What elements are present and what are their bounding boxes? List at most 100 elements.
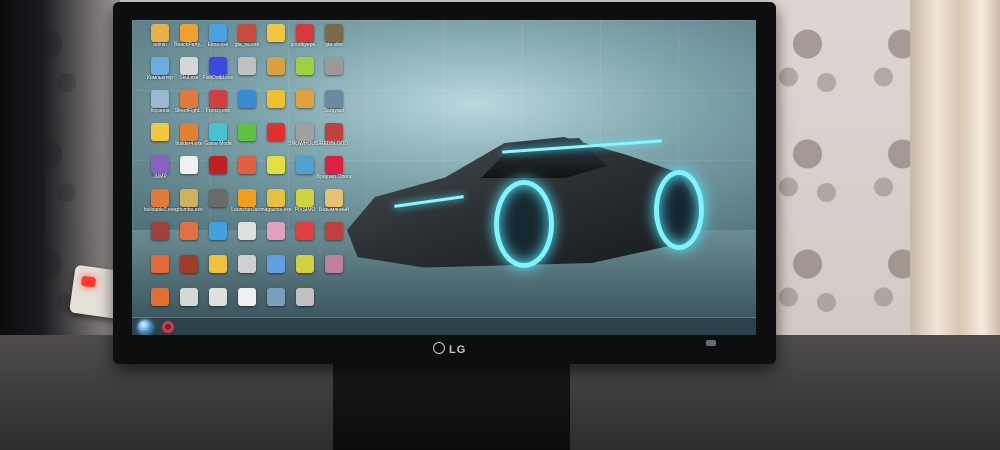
desktop-icon[interactable] xyxy=(262,255,290,289)
desktop-icon[interactable]: SNOWHOUSE xyxy=(288,123,322,157)
desktop-icon[interactable]: Загрузки xyxy=(320,90,348,124)
app-icon xyxy=(180,255,198,273)
desktop-icon[interactable]: JUMP xyxy=(146,156,174,190)
app-icon xyxy=(238,90,256,108)
monitor: admin BeachParty... Elma.exe gta_sa.exe good… xyxy=(113,2,776,364)
power-led xyxy=(80,275,97,288)
desktop-icon[interactable] xyxy=(233,123,261,157)
desktop-icon[interactable]: buildable2.exe xyxy=(144,189,176,223)
desktop-icon[interactable]: Безымянный xyxy=(319,189,349,223)
desktop-icon[interactable] xyxy=(204,189,232,223)
desktop-icon[interactable]: Компьютер xyxy=(146,57,174,91)
desktop-icon-label: gdumbo.exe xyxy=(175,207,203,213)
desktop-icon[interactable]: builder4.exe xyxy=(175,123,203,157)
desktop-icon[interactable] xyxy=(233,57,261,91)
app-icon xyxy=(209,90,227,108)
desktop-icon[interactable] xyxy=(262,90,290,124)
app-icon xyxy=(325,123,343,141)
desktop-icon[interactable]: FishDotbl.exe xyxy=(202,57,234,91)
app-icon xyxy=(267,156,285,174)
desktop-icon[interactable] xyxy=(233,156,261,190)
desktop-icon[interactable]: goodbyepe... xyxy=(291,24,319,58)
start-button[interactable] xyxy=(138,320,152,334)
app-icon xyxy=(296,123,314,141)
desktop-icon[interactable]: admin xyxy=(146,24,174,58)
desktop-icon[interactable] xyxy=(320,57,348,91)
desktop-icon[interactable] xyxy=(291,156,319,190)
desktop-icon[interactable] xyxy=(233,222,261,256)
desktop-icon[interactable] xyxy=(262,156,290,190)
desktop-icon[interactable] xyxy=(262,24,290,58)
desktop-icon[interactable] xyxy=(291,90,319,124)
desktop-icon[interactable] xyxy=(175,156,203,190)
app-icon xyxy=(180,24,198,42)
app-icon xyxy=(151,24,169,42)
app-icon xyxy=(238,288,256,306)
desktop-icon[interactable]: BeachParty... xyxy=(174,24,204,58)
app-icon xyxy=(325,222,343,240)
app-icon xyxy=(238,24,256,42)
desktop-icon[interactable] xyxy=(262,123,290,157)
app-icon xyxy=(238,57,256,75)
desktop-icon[interactable] xyxy=(146,222,174,256)
desktop-icon[interactable] xyxy=(320,222,348,256)
app-icon xyxy=(209,255,227,273)
desktop-icon[interactable]: Game Mode xyxy=(204,123,232,157)
app-icon xyxy=(180,288,198,306)
desktop-icon[interactable]: gta_sa.exe xyxy=(233,24,261,58)
app-icon xyxy=(267,222,285,240)
desktop-icon[interactable] xyxy=(175,222,203,256)
desktop-icon[interactable]: Skul.exe xyxy=(175,57,203,91)
app-icon xyxy=(151,156,169,174)
desktop-icon[interactable] xyxy=(233,255,261,289)
app-icon xyxy=(209,288,227,306)
monitor-stand-base xyxy=(333,364,570,450)
desktop-icon[interactable]: gdumbo.exe xyxy=(175,189,203,223)
desktop-icon[interactable]: LauncherJunk xyxy=(231,189,263,223)
app-icon xyxy=(180,189,198,207)
desktop-icon[interactable]: Frenzy.exe xyxy=(204,90,232,124)
desktop-icon[interactable] xyxy=(320,255,348,289)
app-icon xyxy=(180,90,198,108)
app-icon xyxy=(267,57,285,75)
app-icon xyxy=(296,156,314,174)
app-icon xyxy=(151,288,169,306)
desktop-icon[interactable] xyxy=(233,90,261,124)
desktop-icon[interactable] xyxy=(291,57,319,91)
desktop-icon[interactable]: PIXSIMO xyxy=(291,189,319,223)
app-icon xyxy=(151,90,169,108)
app-icon xyxy=(267,255,285,273)
desktop-icon[interactable] xyxy=(291,255,319,289)
desktop-icon[interactable] xyxy=(262,57,290,91)
desktop-icon[interactable] xyxy=(262,222,290,256)
desktop-icon[interactable]: REDBLOOD xyxy=(320,123,348,157)
car-wheel-rear xyxy=(654,170,704,250)
desktop-icon[interactable] xyxy=(204,156,232,190)
desktop-icon[interactable] xyxy=(204,255,232,289)
desktop-icon[interactable] xyxy=(146,123,174,157)
desktop-icon-label: FishDotbl.exe xyxy=(202,75,234,81)
app-icon xyxy=(209,156,227,174)
desktop-icon[interactable]: Корзина xyxy=(146,90,174,124)
desktop-icon[interactable]: Браузер Opera xyxy=(317,156,351,190)
app-icon xyxy=(325,156,343,174)
desktop-icon[interactable] xyxy=(204,222,232,256)
monitor-power-button[interactable] xyxy=(706,340,716,346)
app-icon xyxy=(151,222,169,240)
desktop-icon[interactable] xyxy=(175,255,203,289)
desktop-icon[interactable]: magazine.exe xyxy=(260,189,292,223)
desktop-screen: admin BeachParty... Elma.exe gta_sa.exe good… xyxy=(132,20,756,335)
app-icon xyxy=(267,24,285,42)
app-icon xyxy=(296,90,314,108)
app-icon xyxy=(325,189,343,207)
desktop-icon[interactable] xyxy=(291,222,319,256)
desktop-icon[interactable]: gta-vibe xyxy=(320,24,348,58)
app-icon xyxy=(151,255,169,273)
desktop-icon[interactable]: Elma.exe xyxy=(204,24,232,58)
system-tray[interactable] xyxy=(666,320,726,334)
opera-taskbar-icon[interactable] xyxy=(162,321,174,333)
lg-logo-icon xyxy=(433,342,445,354)
desktop-icon[interactable]: StreetFight... xyxy=(175,90,203,124)
monitor-logo: LG xyxy=(433,342,466,356)
desktop-icon[interactable] xyxy=(146,255,174,289)
